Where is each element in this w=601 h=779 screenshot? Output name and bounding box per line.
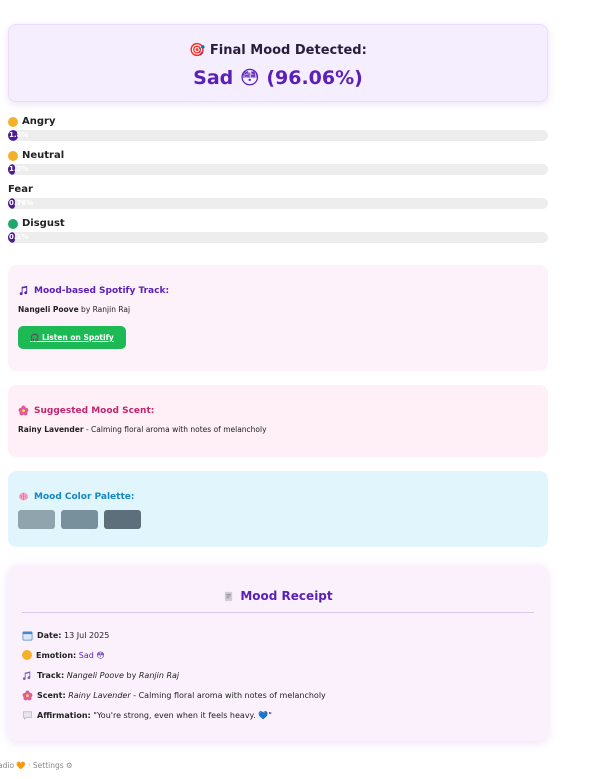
flower-icon [22,690,33,700]
spotify-heading: Mood-based Spotify Track: [34,285,170,296]
track-by: by [123,670,139,680]
receipt-affirmation: Affirmation: "You're strong, even when i… [22,705,534,725]
receipt-scent-name: Rainy Lavender [68,690,131,700]
receipt-track-artist: Ranjin Raj [138,670,180,680]
emotion-row-neutral: Neutral 1.2% [8,149,548,183]
final-mood-result: Sad 😳 (96.06%) [193,67,363,89]
nauseated-face-icon [8,219,18,229]
date-value: 13 Jul 2025 [61,630,110,640]
color-swatch [61,510,98,529]
palette-card: Mood Color Palette: [8,471,548,547]
final-mood-title: 🎯 Final Mood Detected: [189,43,367,58]
receipt-scent: Scent: Rainy Lavender - Calming floral a… [22,685,534,705]
final-mood-card: 🎯 Final Mood Detected: Sad 😳 (96.06%) [8,24,548,102]
receipt-divider [22,612,534,613]
scent-name: Rainy Lavender [18,425,84,434]
emotion-row-angry: Angry 1.8% [8,115,548,149]
speech-bubble-icon [23,711,32,720]
emotion-label: Neutral [22,150,65,161]
mood-receipt: Mood Receipt Date: 13 Jul 2025 Emotion: … [8,565,548,741]
receipt-emotion: Emotion: Sad 😳 [22,645,534,665]
emotion-label: Angry [22,116,56,127]
app-content: 🎯 Final Mood Detected: Sad 😳 (96.06%) An… [8,24,548,741]
receipt-scent-desc: - Calming floral aroma with notes of mel… [130,690,326,700]
angry-face-icon [8,117,18,127]
music-note-icon [19,285,28,296]
emotion-label: Disgust [22,218,65,229]
scent-card: Suggested Mood Scent: Rainy Lavender - C… [8,385,548,457]
affirmation-value: "You're strong, even when it feels heavy… [90,710,272,720]
scent-label: Scent: [37,690,66,700]
color-swatch [104,510,141,529]
emotion-percent: 1.2% [9,165,29,173]
date-label: Date: [37,630,62,640]
receipt-track-name: Nangeli Poove [66,670,124,680]
emotion-progress-bar: 1.8% [8,130,548,141]
emotion-percent: 1.8% [9,131,29,139]
scent-description: - Calming floral aroma with notes of mel… [83,425,267,434]
scent-heading: Suggested Mood Scent: [34,405,155,416]
listen-on-spotify-button[interactable]: 🎧 Listen on Spotify [18,326,126,349]
receipt-title: Mood Receipt [240,589,333,603]
flower-icon [18,405,29,416]
emotion-row-fear: Fear 0.76% [8,183,548,217]
emotion-percent: 0.1% [9,233,29,241]
palette-heading: Mood Color Palette: [34,491,135,502]
spotify-card: Mood-based Spotify Track: Nangeli Poove … [8,265,548,371]
palette-swatches [18,502,538,533]
emotion-label: Fear [8,184,33,195]
track-artist: by Ranjin Raj [78,305,131,314]
track-name: Nangeli Poove [18,305,79,314]
neutral-face-icon [8,151,18,161]
footer[interactable]: adio 🧡 · Settings ⚙ [0,761,73,770]
happy-face-icon [22,650,32,660]
emotion-value: Sad 😳 [76,650,105,660]
emotion-row-disgust: Disgust 0.1% [8,217,548,251]
emotion-progress-bar: 0.1% [8,232,548,243]
emotion-label: Emotion: [36,650,77,660]
emotion-percent: 0.76% [9,199,34,207]
receipt-icon [225,591,233,602]
receipt-track: Track: Nangeli Poove by Ranjin Raj [22,665,534,685]
emotion-progress-bar: 0.76% [8,198,548,209]
music-notes-icon [22,670,31,680]
affirmation-label: Affirmation: [37,710,91,720]
receipt-date: Date: 13 Jul 2025 [22,625,534,645]
emotion-progress-bar: 1.2% [8,164,548,175]
color-swatch [18,510,55,529]
calendar-icon [22,630,33,640]
track-label: Track: [37,670,65,680]
emotion-breakdown: Angry 1.8% Neutral 1.2% Fear 0.76% Disgu… [8,115,548,251]
brain-icon [18,492,29,501]
